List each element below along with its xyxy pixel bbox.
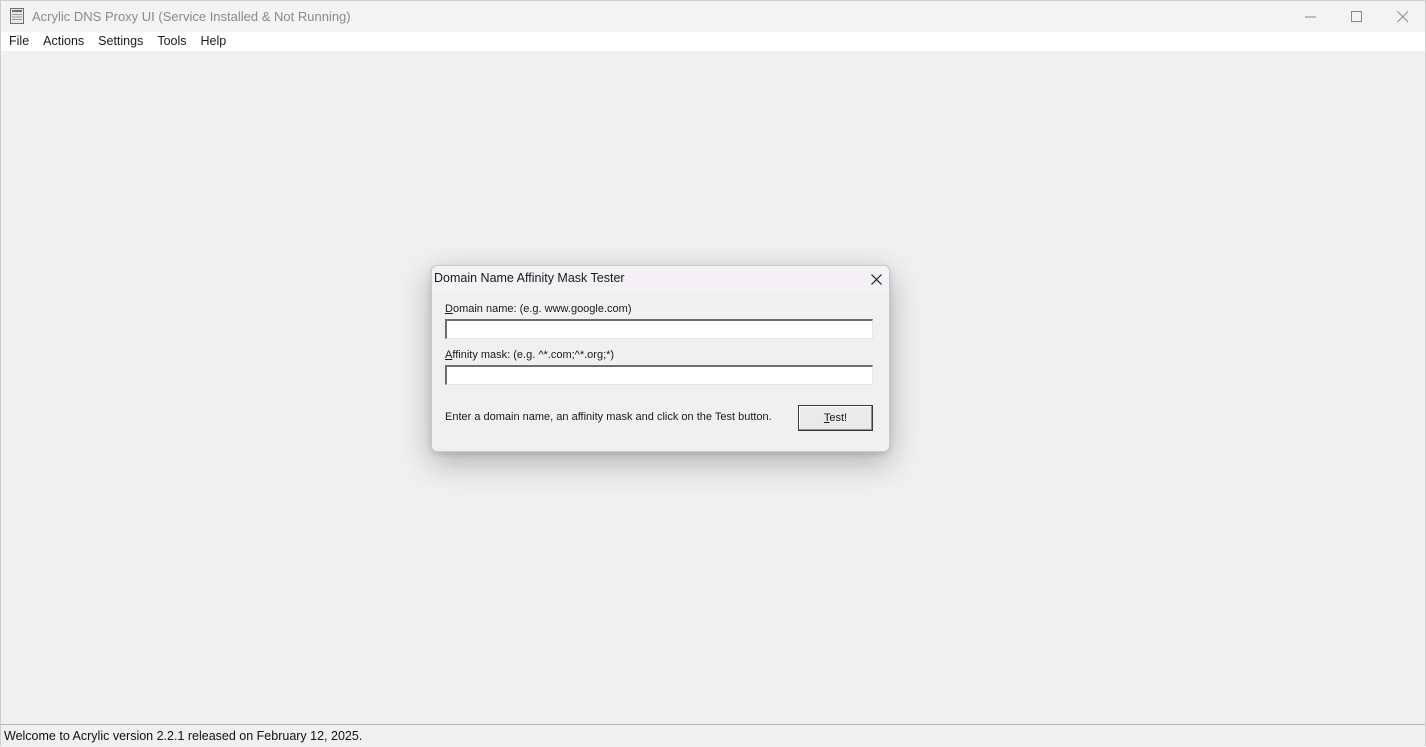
affinity-mask-tester-dialog: Domain Name Affinity Mask Tester Domain … [431,265,890,452]
status-bar: Welcome to Acrylic version 2.2.1 release… [1,724,1425,747]
domain-name-label-accel: D [445,303,453,315]
menu-tools[interactable]: Tools [150,32,193,51]
maximize-button[interactable] [1334,1,1380,32]
title-bar[interactable]: Acrylic DNS Proxy UI (Service Installed … [1,1,1425,32]
status-text: Welcome to Acrylic version 2.2.1 release… [4,729,363,743]
menu-bar: File Actions Settings Tools Help [1,32,1425,51]
close-icon [1397,10,1409,22]
close-button[interactable] [1380,1,1426,32]
app-window-icon [10,8,24,24]
maximize-icon [1351,10,1362,22]
affinity-mask-input[interactable] [445,365,873,385]
minimize-icon [1305,16,1316,17]
instruction-text: Enter a domain name, an affinity mask an… [445,411,772,423]
domain-name-input[interactable] [445,319,873,339]
menu-actions[interactable]: Actions [36,32,91,51]
menu-file[interactable]: File [2,32,36,51]
domain-name-label: Domain name: (e.g. www.google.com) [445,303,631,315]
affinity-mask-label-text: ffinity mask: (e.g. ^*.com;^*.org;*) [452,349,615,361]
test-button-label: est! [829,412,848,424]
menu-settings[interactable]: Settings [91,32,150,51]
window-title: Acrylic DNS Proxy UI (Service Installed … [32,9,351,24]
domain-name-label-text: omain name: (e.g. www.google.com) [452,303,632,315]
test-button[interactable]: Test! [798,405,873,431]
dialog-title: Domain Name Affinity Mask Tester [434,271,625,285]
affinity-mask-label: Affinity mask: (e.g. ^*.com;^*.org;*) [445,349,614,361]
main-window: Acrylic DNS Proxy UI (Service Installed … [0,0,1426,747]
dialog-close-button[interactable] [865,268,887,290]
minimize-button[interactable] [1288,1,1334,32]
close-icon [870,273,882,285]
menu-help[interactable]: Help [194,32,234,51]
dialog-title-bar[interactable]: Domain Name Affinity Mask Tester [432,266,889,291]
